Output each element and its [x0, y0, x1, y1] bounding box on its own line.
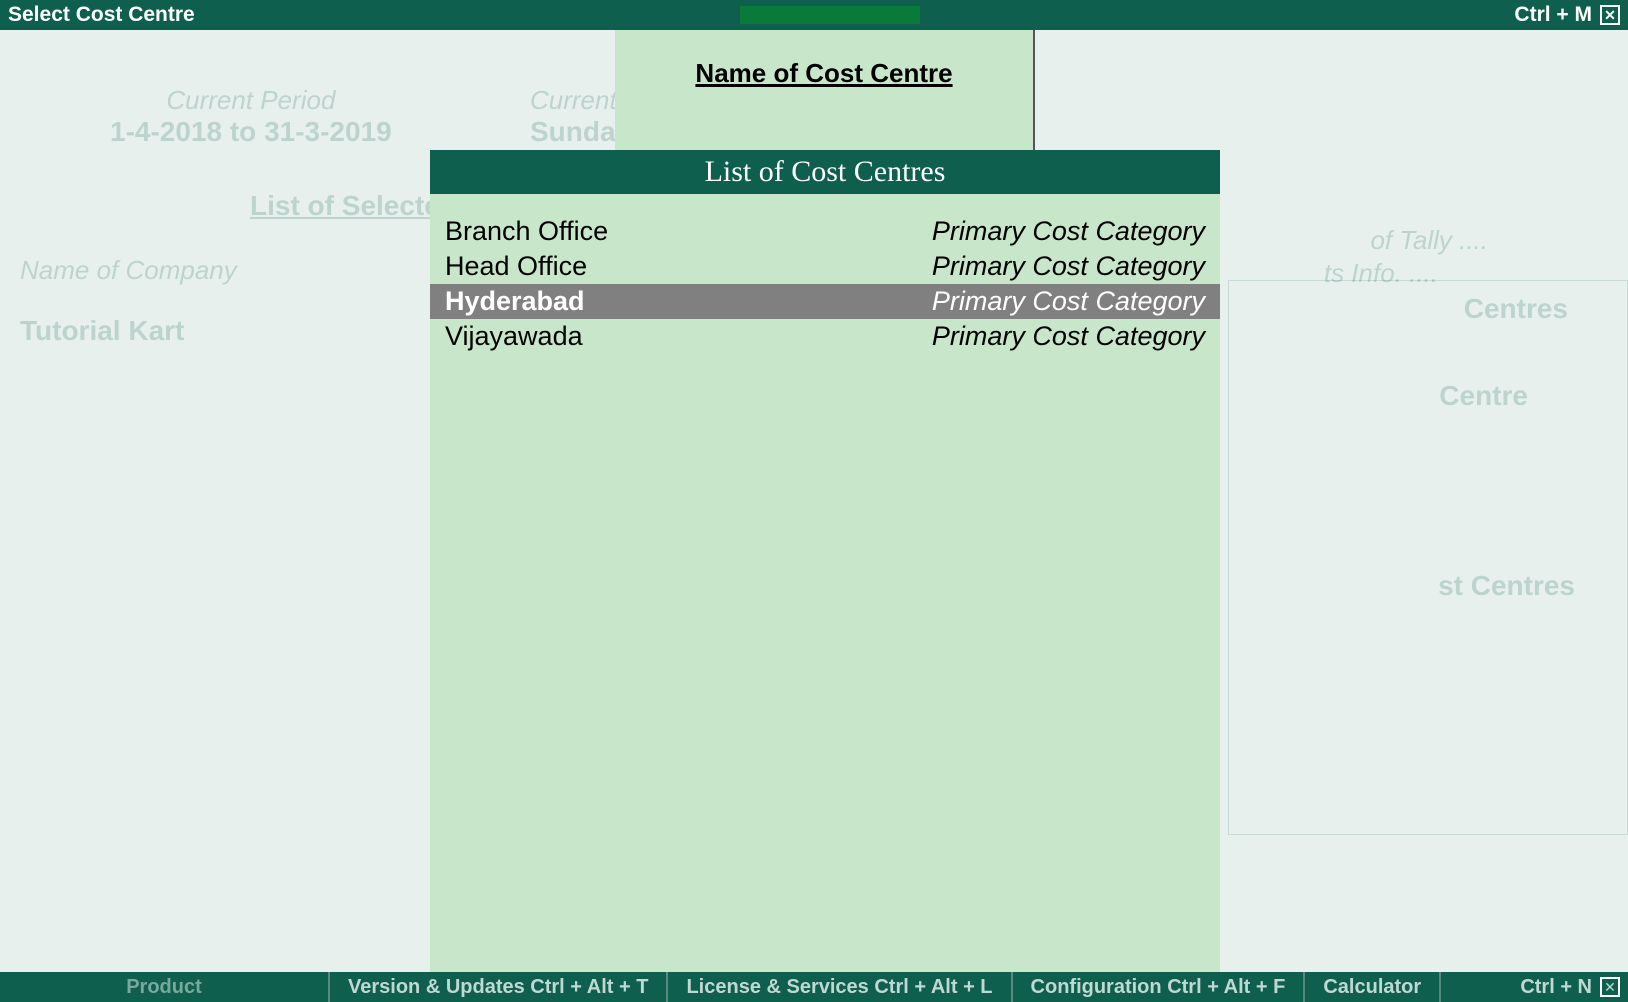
- top-accent: [740, 6, 920, 24]
- cost-centres-panel: List of Cost Centres Branch Office Prima…: [430, 150, 1220, 980]
- bg-period-dates: 1-4-2018 to 31-3-2019: [110, 116, 392, 148]
- list-items-container: Branch Office Primary Cost Category Head…: [430, 194, 1220, 354]
- title-text: Select Cost Centre: [8, 3, 195, 27]
- bottom-version-shortcut: Ctrl + Alt + T: [530, 976, 648, 999]
- name-header-panel: Name of Cost Centre: [615, 30, 1035, 150]
- bottom-license-shortcut: Ctrl + Alt + L: [874, 976, 992, 999]
- list-item[interactable]: Head Office Primary Cost Category: [430, 249, 1220, 284]
- bottom-config[interactable]: Configuration Ctrl + Alt + F: [1013, 972, 1306, 1002]
- list-item-category: Primary Cost Category: [932, 216, 1205, 247]
- bottom-version-label: Version & Updates: [348, 976, 525, 999]
- bottom-config-label: Configuration: [1031, 976, 1162, 999]
- bg-box: [1228, 280, 1628, 835]
- bottom-config-shortcut: Ctrl + Alt + F: [1167, 976, 1285, 999]
- list-item[interactable]: Vijayawada Primary Cost Category: [430, 319, 1220, 354]
- bg-right-text-4: Centre: [1439, 380, 1528, 412]
- bg-right-text-1: of Tally ....: [1370, 225, 1488, 256]
- name-header-text: Name of Cost Centre: [695, 58, 952, 88]
- list-item-category: Primary Cost Category: [932, 251, 1205, 282]
- bg-list-selected: List of Selected: [250, 190, 457, 222]
- list-item-name: Branch Office: [445, 216, 608, 247]
- list-item-name: Vijayawada: [445, 321, 583, 352]
- bg-company-name: Tutorial Kart: [20, 315, 184, 347]
- bottom-new-shortcut: Ctrl + N: [1520, 976, 1592, 999]
- title-shortcut: Ctrl + M: [1514, 3, 1592, 27]
- list-item-category: Primary Cost Category: [932, 321, 1205, 352]
- bottom-product[interactable]: Product: [0, 972, 330, 1002]
- bottom-license[interactable]: License & Services Ctrl + Alt + L: [668, 972, 1012, 1002]
- list-item-name: Head Office: [445, 251, 587, 282]
- bottom-product-label: Product: [126, 976, 202, 999]
- bg-right-text-5: st Centres: [1438, 570, 1575, 602]
- list-item[interactable]: Branch Office Primary Cost Category: [430, 214, 1220, 249]
- close-icon[interactable]: ✕: [1600, 977, 1620, 997]
- bottom-license-label: License & Services: [686, 976, 868, 999]
- list-item[interactable]: Hyderabad Primary Cost Category: [430, 284, 1220, 319]
- bottom-calculator[interactable]: Calculator: [1305, 972, 1441, 1002]
- bottom-version[interactable]: Version & Updates Ctrl + Alt + T: [330, 972, 668, 1002]
- bg-right-text-3: Centres: [1464, 293, 1568, 325]
- bg-period-label: Current Period: [110, 85, 392, 116]
- bg-company-label: Name of Company: [20, 255, 237, 286]
- list-panel-header: List of Cost Centres: [430, 150, 1220, 194]
- bottom-calculator-label: Calculator: [1323, 976, 1421, 999]
- list-item-category: Primary Cost Category: [932, 286, 1205, 317]
- bottom-bar: Product Version & Updates Ctrl + Alt + T…: [0, 972, 1628, 1002]
- close-icon[interactable]: ✕: [1600, 5, 1620, 25]
- list-item-name: Hyderabad: [445, 286, 585, 317]
